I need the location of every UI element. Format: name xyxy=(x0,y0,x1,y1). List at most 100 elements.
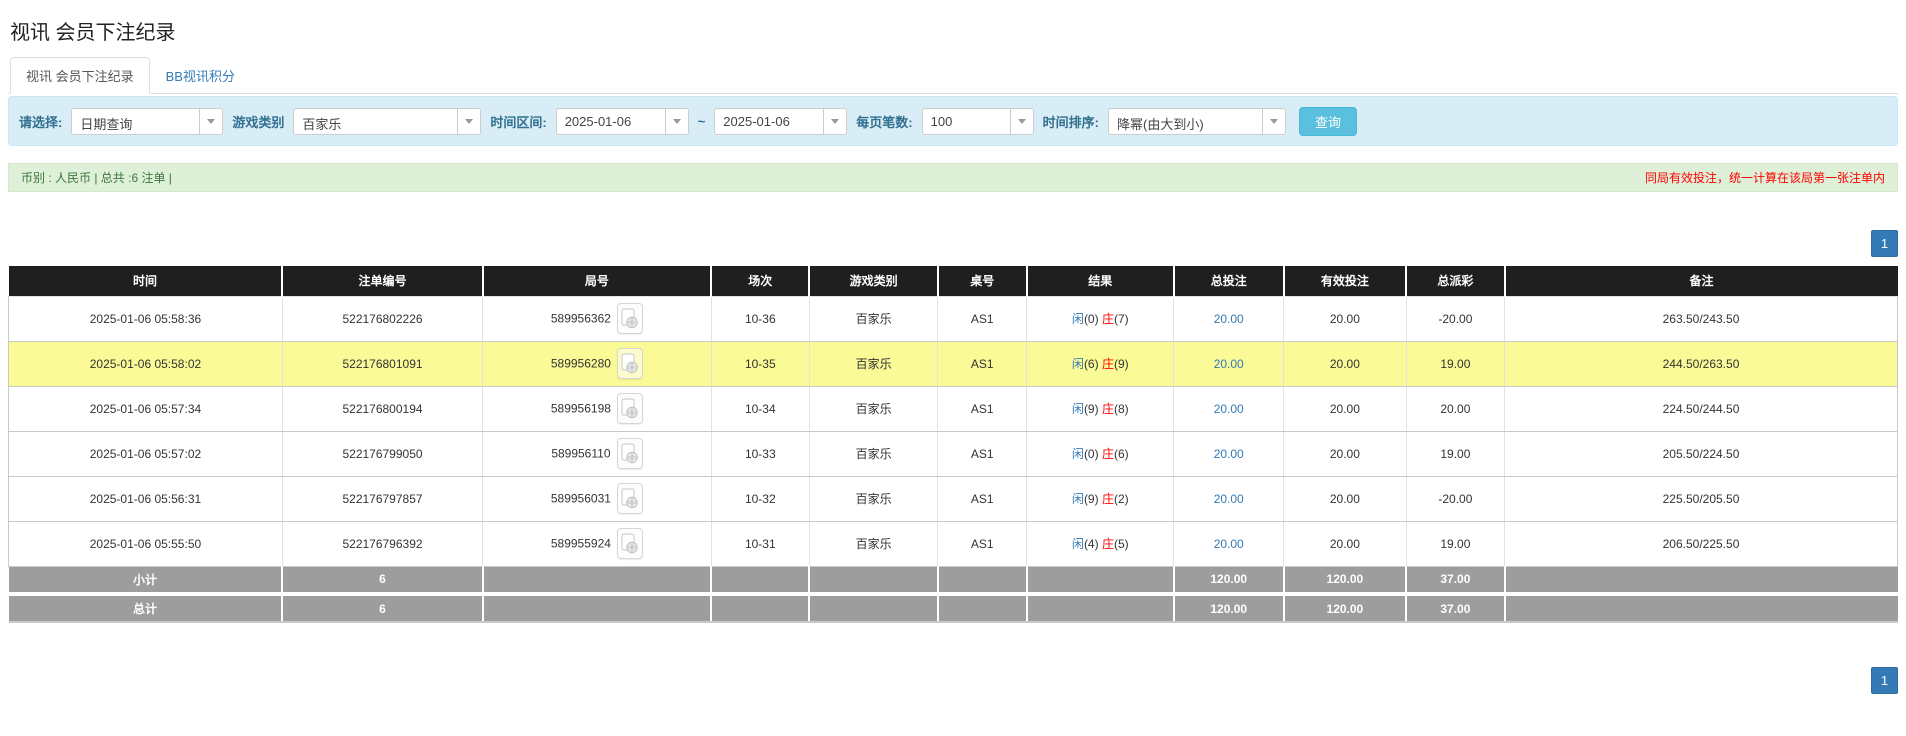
result-player-label: 闲 xyxy=(1072,402,1084,416)
row-remark: 224.50/244.50 xyxy=(1505,386,1898,431)
total-bet-link[interactable]: 20.00 xyxy=(1214,492,1244,506)
game-type-select[interactable]: 百家乐 xyxy=(293,108,481,135)
row-payout: 20.00 xyxy=(1406,386,1504,431)
table-header: 时间注单编号局号场次游戏类别桌号结果总投注有效投注总派彩备注 xyxy=(9,266,1898,296)
row-valid-bet: 20.00 xyxy=(1284,431,1407,476)
video-replay-button[interactable] xyxy=(617,483,643,514)
column-header: 备注 xyxy=(1505,266,1898,296)
page-size-value: 100 xyxy=(923,109,1010,134)
date-from-value: 2025-01-06 xyxy=(557,109,665,134)
currency-total-info: 币别 : 人民币 | 总共 :6 注单 | xyxy=(21,169,172,186)
video-replay-button[interactable] xyxy=(617,303,643,334)
row-time: 2025-01-06 05:57:02 xyxy=(9,431,283,476)
video-replay-button[interactable] xyxy=(617,528,643,559)
result-player-value: (9) xyxy=(1084,492,1099,506)
round-number: 589955924 xyxy=(551,537,611,551)
date-from-select[interactable]: 2025-01-06 xyxy=(556,108,689,135)
date-range-label: 时间区间: xyxy=(490,112,546,131)
time-sort-label: 时间排序: xyxy=(1043,112,1099,131)
row-bet-id: 522176799050 xyxy=(282,431,482,476)
column-header: 总投注 xyxy=(1174,266,1284,296)
column-header: 游戏类别 xyxy=(809,266,937,296)
result-banker-value: (6) xyxy=(1114,447,1129,461)
footer-row: 小计 6 120.00 120.00 37.00 xyxy=(9,566,1898,594)
row-session: 10-36 xyxy=(711,296,809,341)
query-type-select[interactable]: 日期查询 xyxy=(71,108,223,135)
chevron-down-icon xyxy=(1010,109,1033,134)
result-player-value: (9) xyxy=(1084,402,1099,416)
row-valid-bet: 20.00 xyxy=(1284,386,1407,431)
total-bet-link[interactable]: 20.00 xyxy=(1214,447,1244,461)
tab-betting-records[interactable]: 视讯 会员下注纪录 xyxy=(10,57,150,94)
row-total-bet: 20.00 xyxy=(1174,521,1284,566)
row-payout: -20.00 xyxy=(1406,476,1504,521)
row-valid-bet: 20.00 xyxy=(1284,476,1407,521)
total-bet-link[interactable]: 20.00 xyxy=(1214,402,1244,416)
row-bet-id: 522176801091 xyxy=(282,341,482,386)
result-banker-label: 庄 xyxy=(1102,537,1114,551)
game-type-label: 游戏类别 xyxy=(232,112,284,131)
table-row: 2025-01-06 05:56:31 522176797857 5899560… xyxy=(9,476,1898,521)
footer-count: 6 xyxy=(282,594,482,622)
row-total-bet: 20.00 xyxy=(1174,341,1284,386)
page-1-button[interactable]: 1 xyxy=(1871,230,1898,257)
row-table-no: AS1 xyxy=(938,476,1027,521)
row-bet-id: 522176797857 xyxy=(282,476,482,521)
row-time: 2025-01-06 05:58:02 xyxy=(9,341,283,386)
row-total-bet: 20.00 xyxy=(1174,431,1284,476)
column-header: 场次 xyxy=(711,266,809,296)
date-to-select[interactable]: 2025-01-06 xyxy=(714,108,847,135)
row-total-bet: 20.00 xyxy=(1174,386,1284,431)
search-button[interactable]: 查询 xyxy=(1299,107,1357,136)
time-sort-select[interactable]: 降幂(由大到小) xyxy=(1108,108,1286,135)
result-player-value: (0) xyxy=(1084,447,1099,461)
result-banker-value: (5) xyxy=(1114,537,1129,551)
round-number: 589956362 xyxy=(551,312,611,326)
video-replay-button[interactable] xyxy=(617,438,643,469)
result-player-label: 闲 xyxy=(1072,447,1084,461)
total-bet-link[interactable]: 20.00 xyxy=(1214,537,1244,551)
row-round: 589955924 xyxy=(483,521,712,566)
row-time: 2025-01-06 05:58:36 xyxy=(9,296,283,341)
row-game-type: 百家乐 xyxy=(809,296,937,341)
video-replay-icon xyxy=(621,353,638,375)
row-round: 589956280 xyxy=(483,341,712,386)
table-body: 2025-01-06 05:58:36 522176802226 5899563… xyxy=(9,296,1898,566)
tab-bb-video-points[interactable]: BB视讯积分 xyxy=(150,57,251,94)
row-time: 2025-01-06 05:56:31 xyxy=(9,476,283,521)
row-round: 589956362 xyxy=(483,296,712,341)
row-payout: 19.00 xyxy=(1406,521,1504,566)
betting-records-table: 时间注单编号局号场次游戏类别桌号结果总投注有效投注总派彩备注 2025-01-0… xyxy=(8,266,1898,623)
tab-bar: 视讯 会员下注纪录 BB视讯积分 xyxy=(8,57,1898,94)
page-container: 视讯 会员下注纪录 视讯 会员下注纪录 BB视讯积分 请选择: 日期查询 游戏类… xyxy=(0,16,1906,694)
column-header: 有效投注 xyxy=(1284,266,1407,296)
row-table-no: AS1 xyxy=(938,521,1027,566)
row-remark: 263.50/243.50 xyxy=(1505,296,1898,341)
row-time: 2025-01-06 05:55:50 xyxy=(9,521,283,566)
result-player-value: (0) xyxy=(1084,312,1099,326)
round-number: 589956110 xyxy=(551,447,610,461)
result-player-label: 闲 xyxy=(1072,537,1084,551)
result-banker-label: 庄 xyxy=(1102,402,1114,416)
video-replay-button[interactable] xyxy=(617,348,643,379)
row-session: 10-33 xyxy=(711,431,809,476)
row-game-type: 百家乐 xyxy=(809,476,937,521)
page-size-select[interactable]: 100 xyxy=(922,108,1034,135)
row-result: 闲(9) 庄(8) xyxy=(1027,386,1174,431)
table-row: 2025-01-06 05:55:50 522176796392 5899559… xyxy=(9,521,1898,566)
video-replay-button[interactable] xyxy=(617,393,643,424)
column-header: 总派彩 xyxy=(1406,266,1504,296)
row-session: 10-32 xyxy=(711,476,809,521)
total-bet-link[interactable]: 20.00 xyxy=(1214,312,1244,326)
result-banker-value: (7) xyxy=(1114,312,1129,326)
total-bet-link[interactable]: 20.00 xyxy=(1214,357,1244,371)
video-replay-icon xyxy=(621,488,638,510)
page-size-label: 每页笔数: xyxy=(856,112,912,131)
header-row: 时间注单编号局号场次游戏类别桌号结果总投注有效投注总派彩备注 xyxy=(9,266,1898,296)
game-type-value: 百家乐 xyxy=(294,109,457,134)
result-player-label: 闲 xyxy=(1072,357,1084,371)
filter-bar: 请选择: 日期查询 游戏类别 百家乐 时间区间: 2025-01-06 ~ 20… xyxy=(8,96,1898,146)
row-game-type: 百家乐 xyxy=(809,521,937,566)
footer-valid-bet: 120.00 xyxy=(1284,566,1407,594)
page-1-button[interactable]: 1 xyxy=(1871,667,1898,694)
